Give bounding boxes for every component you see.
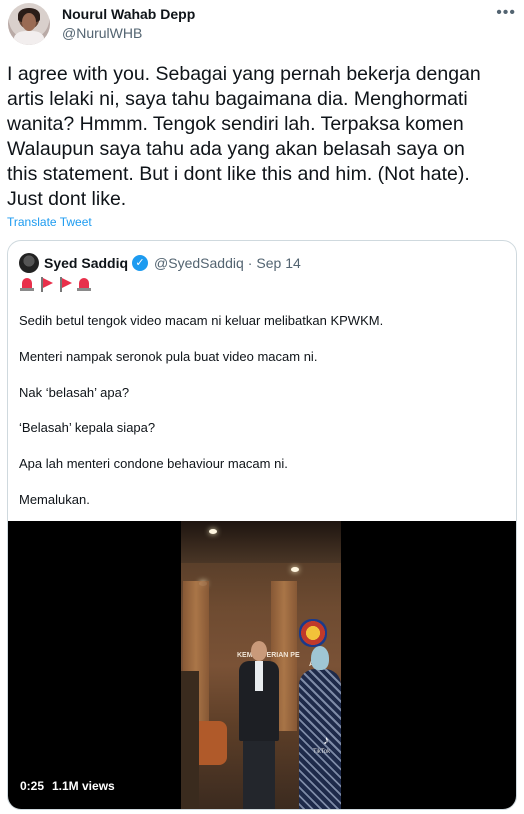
tweet-text-line: Walaupun saya tahu ada yang akan belasah… [7,138,465,160]
tweet-text: I agree with you. Sebagai yang pernah be… [7,62,519,212]
quoted-tweet[interactable]: Syed Saddiq ✓ @SyedSaddiq · Sep 14 Sedih… [7,240,517,810]
ministry-crest-icon [299,619,327,647]
quoted-author-handle[interactable]: @SyedSaddiq [154,255,244,271]
quoted-line: Menteri nampak seronok pula buat video m… [19,349,318,364]
tweet-text-line: this statement. But i dont like this and… [7,163,470,185]
video-frame: KEMENTERIAN PE ARG ♪ TikTok [181,521,341,809]
video-duration: 0:25 [20,779,45,793]
tweet-header: Nourul Wahab Depp @NurulWHB ••• [0,0,524,52]
verified-badge-icon: ✓ [132,255,149,271]
video-player[interactable]: KEMENTERIAN PE ARG ♪ TikTok 0:25 1.1M vi… [8,521,516,809]
quoted-line: Nak ‘belasah’ apa? [19,385,130,400]
tweet-text-line: artis lelaki ni, saya tahu bagaimana dia… [7,88,468,110]
quoted-author-name[interactable]: Syed Saddiq [44,255,128,271]
red-flag-icon [57,276,73,292]
tiktok-logo-icon: ♪ [323,733,329,747]
tiktok-watermark: TikTok [313,749,331,755]
quoted-line: ‘Belasah’ kepala siapa? [19,420,156,435]
author-handle[interactable]: @NurulWHB [62,25,142,41]
author-name[interactable]: Nourul Wahab Depp [62,6,195,22]
tweet-text-line: Just dont like. [7,188,127,210]
police-siren-icon [19,276,35,292]
author-avatar[interactable] [8,3,50,45]
quoted-line: Apa lah menteri condone behaviour macam … [19,456,288,471]
quoted-tweet-header: Syed Saddiq ✓ @SyedSaddiq · Sep 14 [19,253,301,273]
quoted-author-avatar[interactable] [19,253,39,273]
more-horizontal-icon[interactable]: ••• [496,4,516,22]
red-flag-icon [38,276,54,292]
quoted-line: Memalukan. [19,492,90,507]
sign-line: KEMENTERIAN PE [237,652,300,659]
meta-separator: · [247,255,253,271]
tweet-text-line: wanita? Hmmm. Tengok sendiri lah. Terpak… [7,113,464,135]
quoted-line: Sedih betul tengok video macam ni keluar… [19,313,384,328]
tweet-text-line: I agree with you. Sebagai yang pernah be… [7,63,481,85]
translate-tweet-link[interactable]: Translate Tweet [7,215,92,229]
emoji-row [19,274,92,294]
quoted-tweet-date[interactable]: Sep 14 [256,255,300,271]
police-siren-icon [76,276,92,292]
video-views: 1.1M views [52,779,115,793]
